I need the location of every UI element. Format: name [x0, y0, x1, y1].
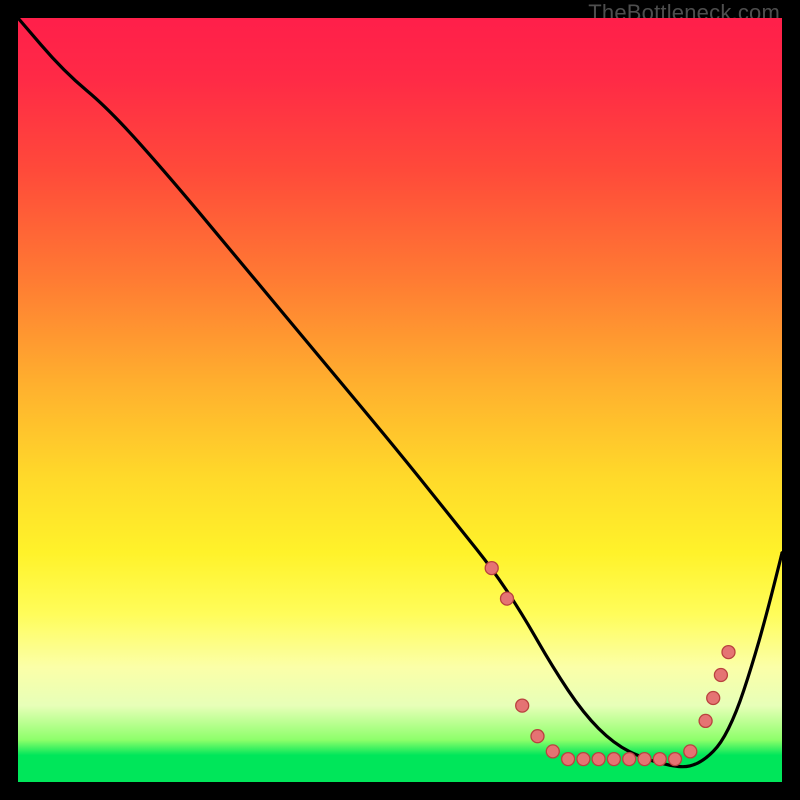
data-point-marker — [562, 753, 575, 766]
bottleneck-curve — [18, 18, 782, 767]
data-point-marker — [722, 646, 735, 659]
data-point-marker — [607, 753, 620, 766]
data-point-marker — [501, 592, 514, 605]
data-point-marker — [531, 730, 544, 743]
data-point-marker — [592, 753, 605, 766]
chart-stage: TheBottleneck.com — [0, 0, 800, 800]
data-point-marker — [638, 753, 651, 766]
plot-area — [18, 18, 782, 782]
data-point-marker — [577, 753, 590, 766]
data-point-marker — [699, 714, 712, 727]
data-point-marker — [669, 753, 682, 766]
data-point-marker — [707, 692, 720, 705]
data-point-marker — [684, 745, 697, 758]
data-point-marker — [546, 745, 559, 758]
data-point-marker — [714, 669, 727, 682]
chart-svg — [18, 18, 782, 782]
data-point-marker — [516, 699, 529, 712]
data-point-marker — [485, 562, 498, 575]
marker-group — [485, 562, 735, 766]
data-point-marker — [623, 753, 636, 766]
data-point-marker — [653, 753, 666, 766]
